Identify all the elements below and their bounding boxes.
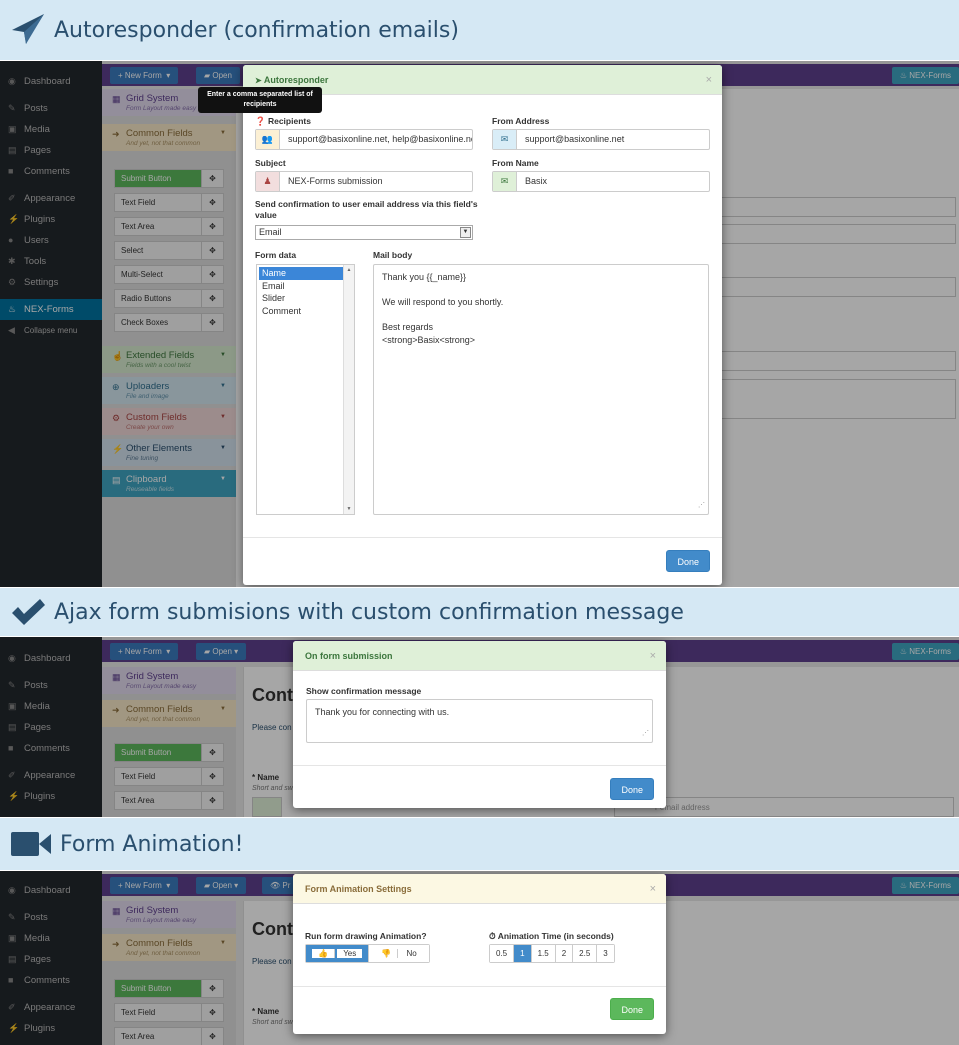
modal-footer-divider (293, 765, 666, 766)
banner-ajax: Ajax form submisions with custom confirm… (0, 588, 959, 636)
send-confirmation-label: Send confirmation to user email address … (255, 199, 478, 220)
user-icon: ♟ (256, 172, 280, 191)
envelope-icon: ✉ (493, 130, 517, 149)
time-option[interactable]: 0.5 (490, 945, 515, 962)
close-icon[interactable]: × (706, 65, 712, 95)
banner-title: Form Animation! (60, 831, 244, 857)
form-data-option[interactable]: Name (259, 267, 352, 280)
autoresponder-modal: ➤ Autoresponder × Enter a comma separate… (198, 65, 722, 585)
mail-body-line (382, 284, 700, 297)
paper-plane-icon (10, 12, 46, 48)
mail-body-label: Mail body (373, 250, 413, 260)
close-icon[interactable]: × (650, 641, 656, 671)
form-data-option[interactable]: Comment (259, 305, 354, 318)
done-button[interactable]: Done (666, 550, 710, 572)
autoresponder-section: ◉ Dashboard ✎ Posts ▣ Media ▤ Pages ■ Comment… (0, 61, 959, 587)
subject-input[interactable]: ♟ NEX-Forms submission (255, 171, 473, 192)
dropdown-arrow-icon: ▼ (460, 227, 471, 238)
users-icon: 👥 (256, 130, 280, 149)
no-button[interactable]: 👎 No (369, 945, 429, 962)
confirmation-message-textarea[interactable]: Thank you for connecting with us. ⋰ (306, 699, 653, 743)
time-option[interactable]: 3 (597, 945, 614, 962)
confirmation-message-label: Show confirmation message (306, 686, 422, 696)
submission-modal: On form submission × Show confirmation m… (293, 641, 666, 808)
modal-header: Form Animation Settings × (293, 874, 666, 904)
from-address-label: From Address (492, 116, 550, 126)
time-option[interactable]: 2.5 (573, 945, 598, 962)
modal-title: Autoresponder (263, 75, 329, 85)
banner-title: Ajax form submisions with custom confirm… (54, 599, 684, 625)
envelope-icon: ✉ (493, 172, 517, 191)
mail-body-line: We will respond to you shortly. (382, 297, 504, 307)
from-name-label: From Name (492, 158, 539, 168)
banner-animation: Form Animation! (0, 818, 959, 870)
done-button[interactable]: Done (610, 998, 654, 1020)
animation-section: ◉ Dashboard ✎ Posts ▣ Media ▤ Pages ■ Comment… (0, 871, 959, 1045)
mail-body-textarea[interactable]: Thank you {{_name}} We will respond to y… (373, 264, 709, 515)
form-data-option[interactable]: Slider (259, 292, 354, 305)
banner-title: Autoresponder (confirmation emails) (54, 17, 459, 43)
form-data-list[interactable]: Name Email Slider Comment ▲ ▼ (256, 264, 355, 515)
checkmark-icon (10, 597, 46, 627)
thumbs-up-icon: 👍 (312, 949, 335, 958)
run-animation-label: Run form drawing Animation? (305, 931, 427, 941)
time-option[interactable]: 2 (555, 945, 574, 962)
question-icon: ❓ (255, 116, 266, 126)
close-icon[interactable]: × (650, 874, 656, 904)
done-button[interactable]: Done (610, 778, 654, 800)
scroll-down-icon: ▼ (346, 506, 352, 512)
recipients-input[interactable]: 👥 support@basixonline.net, help@basixonli… (255, 129, 473, 150)
subject-label: Subject (255, 158, 286, 168)
recipients-tooltip: Enter a comma separated list of recipien… (198, 87, 322, 113)
run-animation-toggle: 👍 Yes 👎 No (305, 944, 430, 963)
mail-body-line: Best regards (382, 322, 434, 332)
time-option-selected[interactable]: 1 (514, 945, 532, 962)
scrollbar[interactable]: ▲ ▼ (343, 265, 354, 514)
clock-icon: ⏱ (489, 931, 496, 941)
time-option[interactable]: 1.5 (531, 945, 556, 962)
modal-title: Form Animation Settings (305, 884, 412, 894)
from-address-input[interactable]: ✉ support@basixonline.net (492, 129, 710, 150)
from-name-input[interactable]: ✉ Basix (492, 171, 710, 192)
recipients-label: ❓ Recipients (255, 116, 311, 126)
thumbs-down-icon: 👎 (375, 949, 399, 958)
banner-autoresponder: Autoresponder (confirmation emails) (0, 0, 959, 60)
modal-title: On form submission (305, 651, 393, 661)
mail-body-line (382, 309, 700, 322)
animation-modal: Form Animation Settings × Run form drawi… (293, 874, 666, 1034)
form-data-option[interactable]: Email (259, 280, 354, 293)
modal-header: On form submission × (293, 641, 666, 671)
modal-footer-divider (243, 537, 722, 538)
animation-time-label: ⏱ Animation Time (in seconds) (489, 931, 614, 941)
form-data-label: Form data (255, 250, 297, 260)
ajax-section: ◉ Dashboard ✎ Posts ▣ Media ▤ Pages ■ Comment… (0, 637, 959, 817)
yes-button[interactable]: 👍 Yes (306, 945, 370, 962)
send-confirmation-select[interactable]: Email ▼ (255, 225, 473, 240)
mail-body-line: <strong>Basix<strong> (382, 334, 476, 345)
mail-body-line: Thank you {{_name}} (382, 272, 467, 282)
video-camera-icon (10, 830, 52, 858)
paper-plane-icon: ➤ (255, 76, 262, 85)
resize-grip-icon[interactable]: ⋰ (642, 728, 649, 741)
scroll-up-icon: ▲ (346, 267, 352, 273)
animation-time-selector: 0.5 1 1.5 2 2.5 3 (489, 944, 615, 963)
modal-footer-divider (293, 986, 666, 987)
resize-grip-icon[interactable]: ⋰ (698, 500, 705, 513)
